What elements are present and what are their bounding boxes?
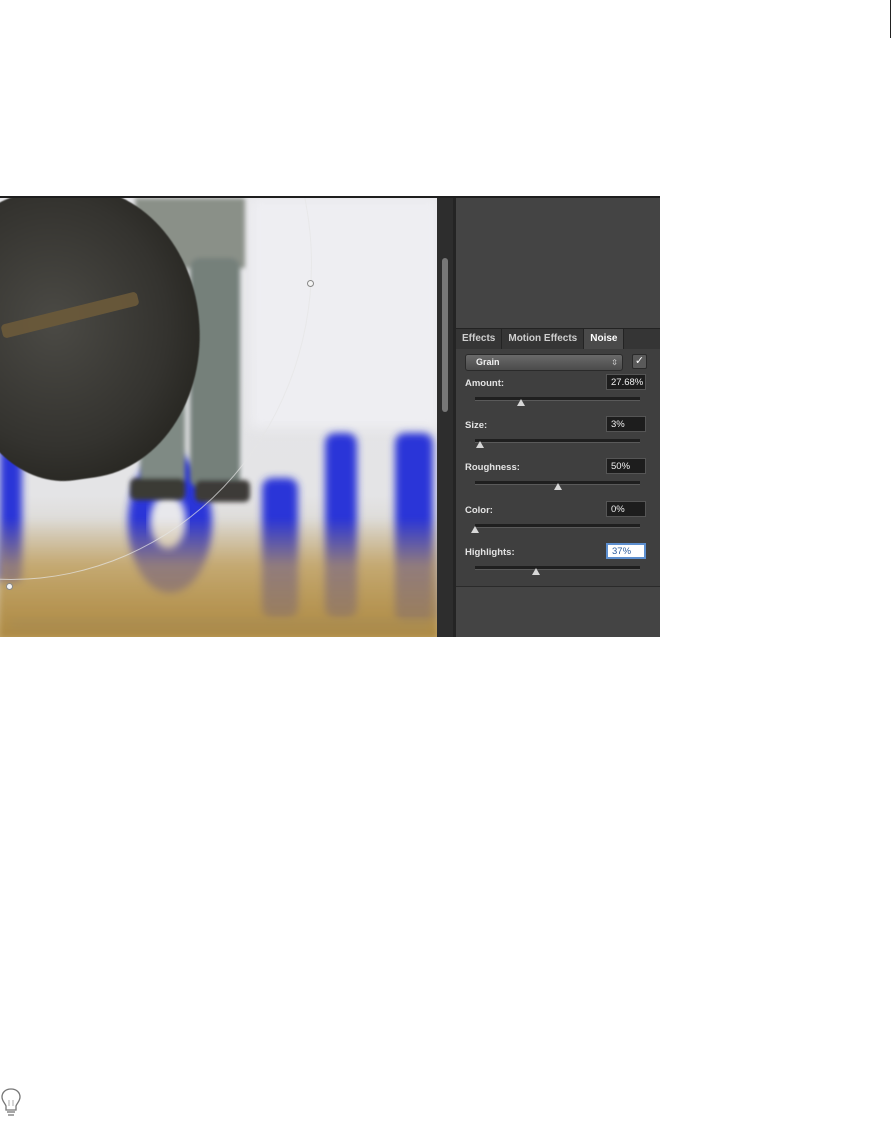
vignette-handle-bottom[interactable] bbox=[6, 583, 13, 590]
noise-type-dropdown[interactable]: Grain ⇳ bbox=[465, 354, 623, 371]
amount-label: Amount: bbox=[465, 378, 505, 389]
color-field[interactable]: 0% bbox=[606, 501, 646, 517]
lightbulb-icon bbox=[1, 1088, 21, 1116]
up-down-chevron-icon: ⇳ bbox=[611, 358, 618, 367]
tab-noise[interactable]: Noise bbox=[584, 329, 625, 349]
noise-settings: Grain ⇳ ✓ Amount: 27.68% Size: 3% Roughn… bbox=[456, 349, 660, 587]
photo-canvas[interactable] bbox=[0, 198, 437, 637]
amount-slider[interactable] bbox=[475, 397, 640, 406]
color-slider-knob[interactable] bbox=[471, 526, 479, 533]
vertical-scrollbar-thumb[interactable] bbox=[442, 258, 448, 412]
size-field[interactable]: 3% bbox=[606, 416, 646, 432]
amount-slider-knob[interactable] bbox=[516, 399, 525, 406]
roughness-field[interactable]: 50% bbox=[606, 458, 646, 474]
tab-effects[interactable]: Effects bbox=[456, 329, 503, 349]
roughness-label: Roughness: bbox=[465, 462, 520, 473]
noise-enable-checkbox[interactable]: ✓ bbox=[632, 354, 647, 369]
checkmark-icon: ✓ bbox=[634, 355, 645, 367]
vignette-handle-top[interactable] bbox=[307, 280, 314, 287]
panel-lower-area bbox=[456, 586, 660, 637]
highlights-slider-knob[interactable] bbox=[532, 568, 541, 575]
amount-field[interactable]: 27.68% bbox=[606, 374, 646, 390]
app-screenshot: Effects Motion Effects Noise Grain ⇳ ✓ A… bbox=[0, 196, 660, 637]
color-slider[interactable] bbox=[471, 524, 640, 533]
tab-motion-effects[interactable]: Motion Effects bbox=[502, 329, 585, 349]
size-slider-knob[interactable] bbox=[475, 441, 484, 448]
roughness-slider-knob[interactable] bbox=[553, 483, 562, 490]
noise-type-value: Grain bbox=[476, 357, 500, 367]
panel-upper-area bbox=[456, 198, 660, 328]
vertical-scrollbar[interactable] bbox=[437, 198, 453, 637]
page-edge-rule bbox=[890, 0, 891, 38]
highlights-label: Highlights: bbox=[465, 547, 515, 558]
effects-panel: Effects Motion Effects Noise Grain ⇳ ✓ A… bbox=[456, 198, 660, 637]
color-label: Color: bbox=[465, 505, 493, 516]
size-label: Size: bbox=[465, 420, 488, 431]
size-slider[interactable] bbox=[475, 439, 640, 448]
roughness-slider[interactable] bbox=[475, 481, 640, 490]
effects-tab-bar: Effects Motion Effects Noise bbox=[456, 328, 660, 350]
highlights-field[interactable]: 37% bbox=[606, 543, 646, 559]
highlights-slider[interactable] bbox=[475, 566, 640, 575]
